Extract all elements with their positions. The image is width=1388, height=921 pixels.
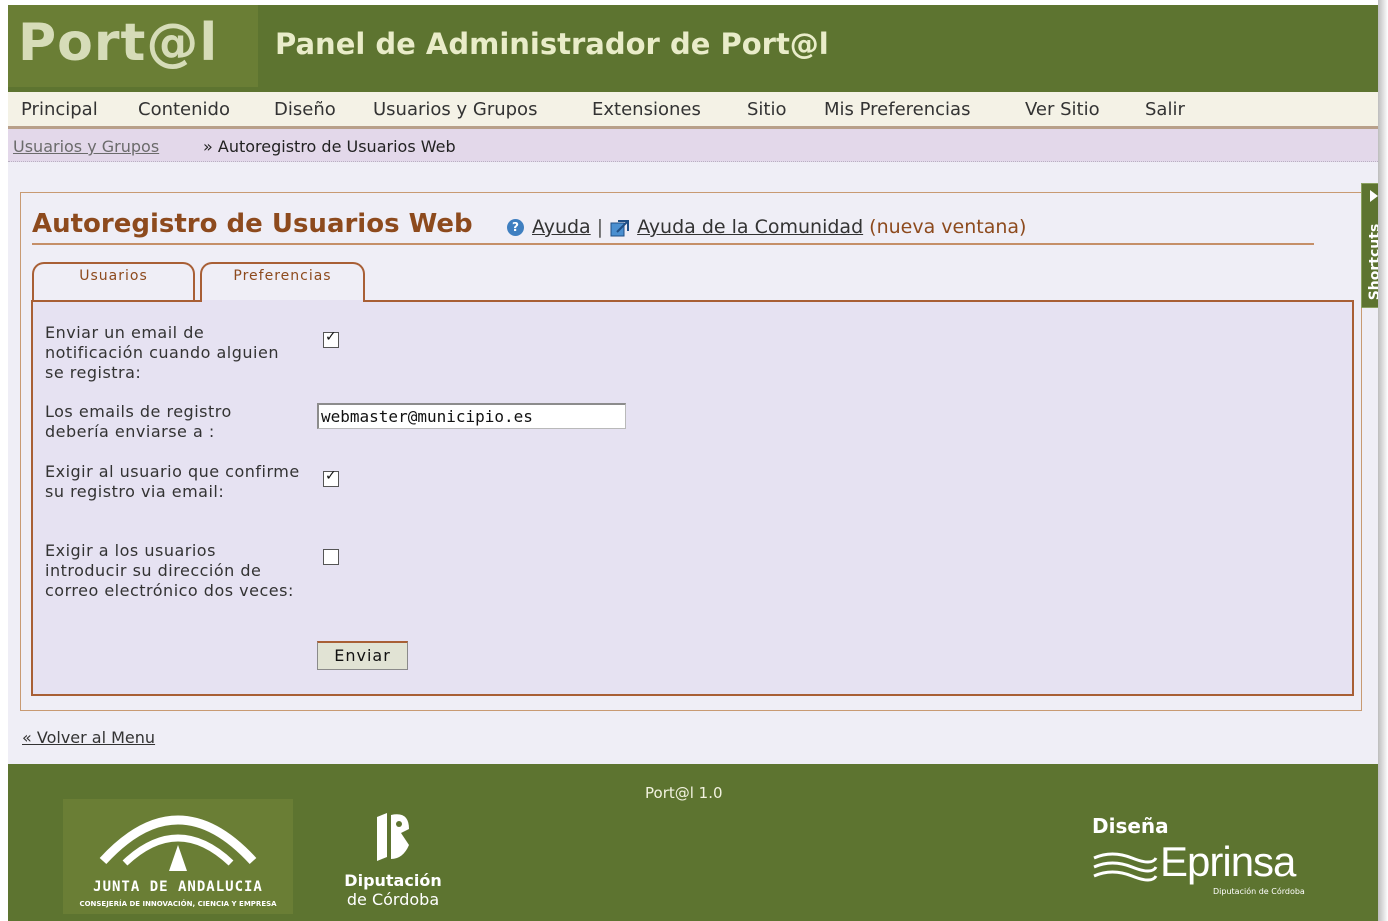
app-title: Panel de Administrador de Port@l xyxy=(275,27,829,61)
help-separator: | xyxy=(596,216,604,238)
title-divider xyxy=(32,243,1314,245)
diputacion-line-2: de Córdoba xyxy=(346,890,440,909)
email-twice-label: Exigir a los usuarios introducir su dire… xyxy=(45,541,294,600)
notify-label: Enviar un email de notificación cuando a… xyxy=(45,323,279,382)
menu-item-mis-preferencias[interactable]: Mis Preferencias xyxy=(824,99,970,120)
notify-checkbox[interactable]: ✓ xyxy=(323,329,339,348)
community-help-icon xyxy=(610,219,630,236)
shortcuts-label: Shortcuts xyxy=(1367,223,1378,301)
menu-item-sitio[interactable]: Sitio xyxy=(747,99,787,120)
junta-emblem-icon xyxy=(99,815,257,871)
check-mark-icon: ✓ xyxy=(325,329,337,345)
breadcrumb-separator: » xyxy=(203,137,213,156)
version-label: Port@l 1.0 xyxy=(645,784,723,802)
eprinsa-disena: Diseña xyxy=(1092,814,1169,838)
email-label: Los emails de registro debería enviarse … xyxy=(45,402,232,441)
expand-arrow-icon xyxy=(1370,190,1378,202)
menu-item-salir[interactable]: Salir xyxy=(1145,99,1185,120)
menu-item-principal[interactable]: Principal xyxy=(21,99,98,120)
preferences-form: Enviar un email de notificación cuando a… xyxy=(31,300,1354,696)
diputacion-line-1: Diputación xyxy=(344,871,442,890)
eprinsa-waves-icon xyxy=(1093,852,1158,882)
menu-item-diseno[interactable]: Diseño xyxy=(274,99,336,120)
breadcrumb-current: » Autoregistro de Usuarios Web xyxy=(203,137,456,156)
submit-button[interactable]: Enviar xyxy=(317,641,408,670)
eprinsa-logo: Diseña Eprinsa Diputación de Córdoba xyxy=(1088,814,1318,914)
tab-usuarios[interactable]: Usuarios xyxy=(32,262,195,300)
help-link[interactable]: Ayuda xyxy=(532,216,591,238)
junta-andalucia-logo: JUNTA DE ANDALUCIA CONSEJERÍA DE INNOVAC… xyxy=(63,799,293,914)
tab-preferencias[interactable]: Preferencias xyxy=(200,262,365,305)
breadcrumb-current-label: Autoregistro de Usuarios Web xyxy=(217,137,456,156)
breadcrumb-parent-link[interactable]: Usuarios y Grupos xyxy=(13,137,159,156)
back-to-menu-link[interactable]: « Volver al Menu xyxy=(22,728,155,747)
tab-preferencias-label: Preferencias xyxy=(233,268,332,284)
help-icon: ? xyxy=(507,219,524,236)
menu-item-extensiones[interactable]: Extensiones xyxy=(592,99,701,120)
help-links: ? Ayuda | Ayuda de la Comunidad (nueva vent… xyxy=(507,216,1026,238)
breadcrumb: Usuarios y Grupos » Autoregistro de Usua… xyxy=(8,129,1378,162)
diputacion-logo: Diputación de Córdoba xyxy=(338,809,448,919)
community-help-link[interactable]: Ayuda de la Comunidad xyxy=(637,216,863,238)
page-title: Autoregistro de Usuarios Web xyxy=(32,209,473,239)
check-mark-icon: ✓ xyxy=(325,468,337,484)
eprinsa-name: Eprinsa xyxy=(1160,838,1296,885)
email-twice-checkbox[interactable] xyxy=(323,549,339,565)
window-shadow xyxy=(1378,0,1388,921)
portal-logo: Port@l xyxy=(18,13,219,73)
admin-page: Port@l Panel de Administrador de Port@l … xyxy=(8,5,1378,921)
junta-subtitle: CONSEJERÍA DE INNOVACIÓN, CIENCIA Y EMPR… xyxy=(79,900,277,908)
menu-item-contenido[interactable]: Contenido xyxy=(138,99,230,120)
header: Port@l Panel de Administrador de Port@l xyxy=(8,5,1378,92)
confirm-email-checkbox[interactable]: ✓ xyxy=(323,468,339,487)
new-window-note: (nueva ventana) xyxy=(869,216,1027,238)
logo-box: Port@l xyxy=(8,5,258,87)
shortcuts-tab[interactable]: Shortcuts xyxy=(1361,183,1378,308)
confirm-label: Exigir al usuario que confirme su regist… xyxy=(45,462,300,501)
main-menu: Principal Contenido Diseño Usuarios y Gr… xyxy=(8,92,1378,129)
diputacion-emblem-icon xyxy=(377,813,409,861)
eprinsa-subtitle: Diputación de Córdoba xyxy=(1213,887,1305,896)
menu-item-usuarios-grupos[interactable]: Usuarios y Grupos xyxy=(373,99,537,120)
footer: Port@l 1.0 JUNTA DE ANDALUCIA CONSEJERÍA… xyxy=(8,764,1378,921)
content-panel: Autoregistro de Usuarios Web ? Ayuda | Ayud… xyxy=(20,192,1362,711)
menu-item-ver-sitio[interactable]: Ver Sitio xyxy=(1025,99,1100,120)
junta-name: JUNTA DE ANDALUCIA xyxy=(93,879,263,895)
registration-email-input[interactable] xyxy=(317,403,626,429)
